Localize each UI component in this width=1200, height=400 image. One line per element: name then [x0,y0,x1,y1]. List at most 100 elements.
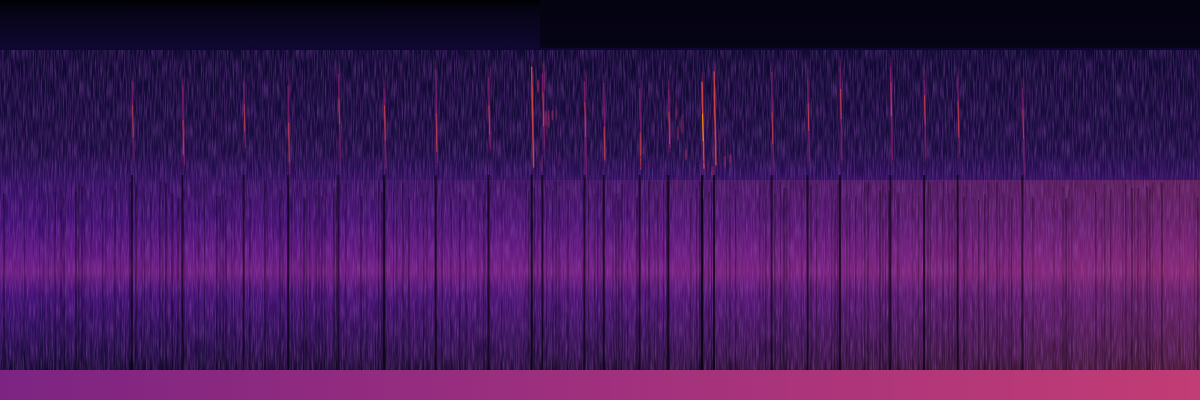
spectrogram-striation [501,184,503,375]
spectrogram-striation [162,199,164,390]
spectrogram-striation [402,182,405,373]
spectrogram-striation [1164,186,1166,377]
spectrogram-striation [480,184,482,375]
spectrogram-striation [456,184,458,375]
spectrogram-striation [831,187,833,378]
spectrogram-striation [846,193,848,384]
spectrogram-striation [1020,188,1022,379]
spectrogram-striation [519,197,522,388]
call-harmonic [706,110,709,129]
spectrogram-striation [174,191,176,382]
call-shadow [530,175,533,370]
spectrogram-striation [726,193,728,384]
call-shadow [541,175,544,370]
spectrogram-striation [612,182,614,373]
spectrogram-striation [411,185,414,376]
spectrogram-striation [279,189,282,380]
spectrogram-striation [975,198,978,389]
call-shadow [583,175,586,370]
spectrogram-striation [633,183,635,374]
spectrogram-striation [564,183,567,374]
spectrogram-striation [69,185,72,376]
call-shadow [770,175,773,370]
spectrogram-striation [981,199,984,390]
spectrogram-striation [159,180,161,371]
spectrogram-striation [1110,189,1112,380]
spectrogram-striation [171,193,174,384]
spectrogram-striation [1095,191,1097,382]
spectrogram-striation [774,194,776,385]
spectrogram-striation [192,194,194,385]
spectrogram-striation [615,193,618,384]
spectrogram-striation [939,192,941,383]
spectrogram-striation [354,194,356,385]
spectrogram-striation [1056,198,1058,389]
spectrogram-striation [342,197,344,388]
spectrogram-striation [720,181,722,372]
spectrogram-striation [786,188,788,379]
spectrogram-striation [282,193,284,384]
call-shadow [434,175,437,370]
call-harmonic [536,137,539,158]
spectrogram-striation [1071,181,1073,372]
call-core [488,105,491,135]
spectrogram-striation [636,196,638,387]
spectrogram-striation [150,191,152,382]
spectrogram-striation [987,182,989,373]
call-harmonic [724,106,727,118]
spectrogram-striation [1026,189,1028,380]
spectrogram-striation [1092,192,1094,383]
spectrogram-striation [768,192,771,383]
spectrogram-striation [705,198,707,389]
spectrogram-striation [1101,194,1103,385]
spectrogram-striation [621,184,623,375]
spectrogram-striation [921,198,924,389]
spectrogram-striation [1197,197,1199,388]
call-shadow [667,175,670,370]
spectrogram-canvas [0,0,1200,400]
spectrogram-striation [447,199,449,390]
spectrogram-striation [969,195,972,386]
spectrogram-striation [291,180,293,371]
spectrogram-striation [360,195,363,386]
spectrogram-striation [33,190,36,381]
spectrogram-striation [90,191,93,382]
spectrogram-striation [627,183,629,374]
spectrogram-striation [15,182,17,373]
spectrogram-striation [762,198,764,389]
spectrogram-striation [1167,180,1170,371]
spectrogram-striation [567,189,569,380]
spectrogram-striation [1017,182,1019,373]
spectrogram-striation [54,192,57,383]
call-shadow [287,175,289,370]
spectrogram-striation [309,189,311,380]
spectrogram-striation [123,195,126,386]
spectrogram-striation [492,196,494,387]
spectrogram-striation [45,185,47,376]
spectrogram-striation [1158,187,1160,378]
call-core [639,132,642,170]
spectrogram-striation [195,195,197,386]
spectrogram-striation [927,180,930,371]
call-harmonic [729,153,732,165]
spectrogram-striation [948,193,950,384]
spectrogram-striation [918,196,920,387]
spectrogram-bottom-band [0,370,1200,400]
spectrogram-striation [300,196,302,387]
spectrogram-striation [798,185,801,376]
spectrogram-striation [1005,193,1007,384]
spectrogram-striation [405,195,407,386]
spectrogram-striation [1041,182,1044,373]
spectrogram-striation [861,190,863,381]
call-harmonic [723,155,727,168]
spectrogram-striation [516,195,518,386]
spectrogram-striation [234,197,236,388]
spectrogram-striation [990,188,992,379]
call-harmonic [718,128,721,144]
spectrogram-striation [1014,194,1016,385]
spectrogram-striation [561,193,563,384]
spectrogram-striation [285,183,288,374]
spectrogram-striation [336,185,338,376]
call-shadow [242,175,245,370]
spectrogram-striation [390,192,392,383]
